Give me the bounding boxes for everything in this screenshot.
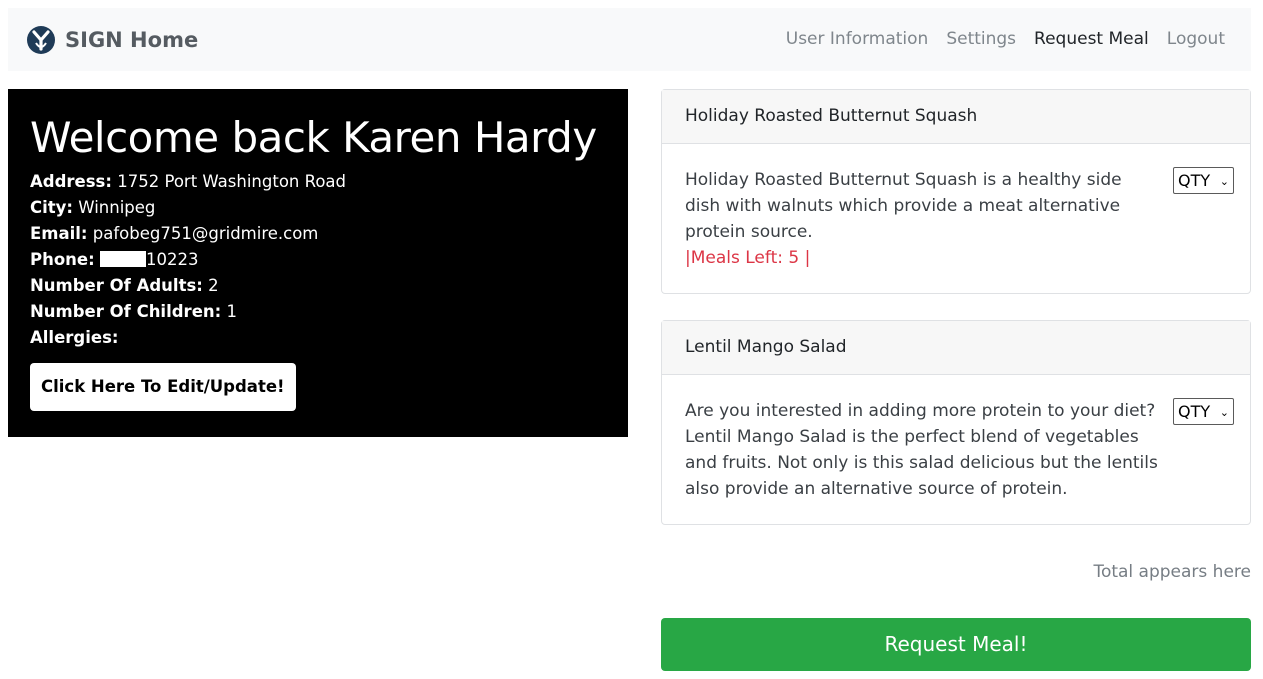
adults-label: Number Of Adults: [30, 276, 203, 295]
welcome-heading: Welcome back Karen Hardy [30, 113, 597, 162]
chevron-down-icon: ⌄ [1219, 406, 1229, 419]
meal-card-body: Are you interested in adding more protei… [662, 375, 1250, 524]
navbar: SIGN Home User Information Settings Requ… [8, 8, 1251, 71]
nav-links: User Information Settings Request Meal L… [768, 27, 1225, 51]
request-meal-button[interactable]: Request Meal! [661, 618, 1251, 671]
nav-settings[interactable]: Settings [946, 27, 1016, 51]
nav-user-information[interactable]: User Information [786, 27, 929, 51]
meal-card-butternut-squash: Holiday Roasted Butternut Squash Holiday… [661, 89, 1251, 294]
chevron-down-icon: ⌄ [1219, 175, 1229, 188]
meal-card-body: Holiday Roasted Butternut Squash is a he… [662, 144, 1250, 293]
user-info: Address: 1752 Port Washington Road City:… [30, 169, 606, 351]
total-text: Total appears here [1093, 562, 1251, 582]
children-row: Number Of Children: 1 [30, 299, 606, 325]
children-value: 1 [226, 302, 237, 321]
address-value: 1752 Port Washington Road [117, 172, 347, 191]
meal-card-title: Holiday Roasted Butternut Squash [662, 90, 1250, 144]
meals-left-indicator: |Meals Left: 5 | [685, 248, 811, 268]
nav-request-meal[interactable]: Request Meal [1034, 27, 1149, 51]
adults-row: Number Of Adults: 2 [30, 273, 606, 299]
meal-card-title: Lentil Mango Salad [662, 321, 1250, 375]
brand-text: SIGN Home [65, 28, 199, 52]
edit-update-button[interactable]: Click Here To Edit/Update! [30, 363, 296, 411]
address-row: Address: 1752 Port Washington Road [30, 169, 606, 195]
meal-description: Are you interested in adding more protei… [685, 401, 1158, 499]
qty-select-value: QTY [1178, 402, 1211, 421]
meal-description: Holiday Roasted Butternut Squash is a he… [685, 170, 1122, 242]
city-value: Winnipeg [78, 198, 156, 217]
email-row: Email: pafobeg751@gridmire.com [30, 221, 606, 247]
phone-redaction [99, 251, 146, 267]
city-row: City: Winnipeg [30, 195, 606, 221]
welcome-panel: Welcome back Karen Hardy Address: 1752 P… [8, 89, 628, 437]
phone-label: Phone: [30, 250, 95, 269]
phone-row: Phone: 10223 [30, 247, 606, 273]
brand[interactable]: SIGN Home [26, 24, 198, 56]
allergies-row: Allergies: [30, 325, 606, 351]
city-label: City: [30, 198, 74, 217]
allergies-label: Allergies: [30, 328, 119, 347]
children-label: Number Of Children: [30, 302, 222, 321]
email-label: Email: [30, 224, 88, 243]
meal-card-lentil-mango-salad: Lentil Mango Salad Are you interested in… [661, 320, 1251, 525]
adults-value: 2 [208, 276, 219, 295]
phone-value: 10223 [145, 250, 199, 269]
sign-logo-icon [27, 26, 55, 54]
qty-select[interactable]: QTY ⌄ [1173, 398, 1234, 425]
qty-select[interactable]: QTY ⌄ [1173, 167, 1234, 194]
address-label: Address: [30, 172, 112, 191]
qty-select-value: QTY [1178, 171, 1211, 190]
nav-logout[interactable]: Logout [1167, 27, 1225, 51]
email-value: pafobeg751@gridmire.com [92, 224, 319, 243]
